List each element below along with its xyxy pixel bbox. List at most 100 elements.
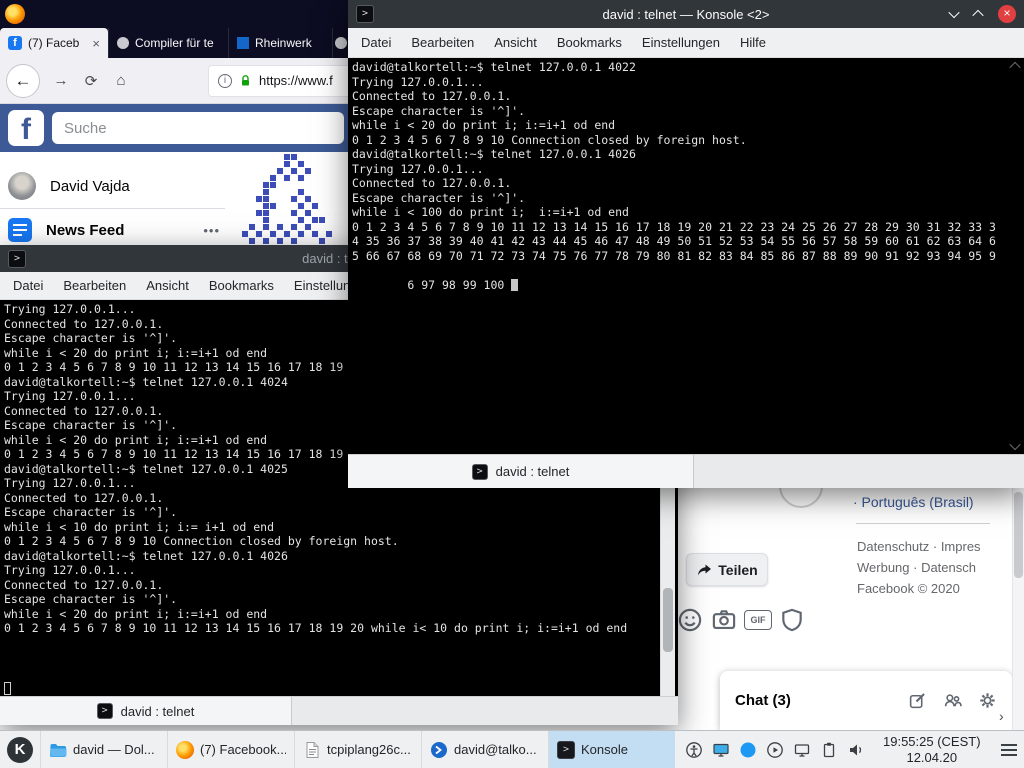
menu-ansicht[interactable]: Ansicht: [494, 35, 537, 50]
language-link[interactable]: · Português (Brasil): [853, 494, 974, 510]
panel-menu-icon[interactable]: [994, 731, 1024, 768]
menu-datei[interactable]: Datei: [361, 35, 391, 50]
task-text-editor[interactable]: tcpiplang26c...: [294, 731, 421, 768]
task-firefox[interactable]: (7) Facebook...: [167, 731, 294, 768]
tab-facebook[interactable]: f (7) Faceb ×: [0, 28, 108, 58]
footer-link[interactable]: Datenschutz · Impres: [857, 536, 1011, 557]
chat-bar[interactable]: Chat (3): [720, 671, 1012, 730]
terminal-line: 0 1 2 3 4 5 6 7 8 9 10 11 12 13 14 15 16…: [352, 220, 1024, 235]
tab-rheinwerk[interactable]: Rheinwerk: [228, 28, 332, 58]
maximize-icon[interactable]: [972, 10, 983, 21]
people-icon[interactable]: [943, 691, 962, 710]
task-remote-session[interactable]: david@talko...: [421, 731, 548, 768]
forward-button[interactable]: →: [52, 72, 70, 89]
clock-time: 19:55:25 (CEST): [883, 734, 981, 750]
tab-compiler[interactable]: Compiler für te: [108, 28, 228, 58]
remote-terminal-icon: [430, 741, 448, 759]
terminal-line: Connected to 127.0.0.1.: [352, 89, 1024, 104]
compose-icon[interactable]: [908, 691, 927, 710]
site-info-icon[interactable]: i: [218, 74, 232, 88]
profile-name[interactable]: David Vajda: [50, 178, 130, 195]
terminal-line: while i < 20 do print i; i:=i+1 od end: [352, 118, 1024, 133]
konsole-window-front: > david : telnet — Konsole <2> × Datei B…: [348, 0, 1024, 488]
composer-actions: GIF: [676, 606, 806, 634]
terminal-line: Escape character is '^]'.: [4, 505, 678, 520]
konsole-back-tabbar: > david : telnet: [0, 696, 678, 725]
task-label: david — Dol...: [73, 742, 155, 757]
scroll-up-icon[interactable]: [1009, 62, 1020, 73]
avatar[interactable]: [8, 172, 36, 200]
reload-button[interactable]: ⟳: [82, 72, 100, 90]
scroll-right-arrow-icon[interactable]: ›: [999, 708, 1004, 724]
gear-icon[interactable]: [978, 691, 997, 710]
scrollbar-thumb[interactable]: [1014, 492, 1023, 578]
terminal-tab[interactable]: > david : telnet: [348, 455, 694, 488]
task-konsole[interactable]: > Konsole: [548, 731, 675, 768]
menu-einstellungen[interactable]: Einstellungen: [642, 35, 720, 50]
home-button[interactable]: ⌂: [112, 72, 130, 89]
terminal-cursor: [4, 682, 11, 695]
terminal-scrollbar[interactable]: [1008, 58, 1022, 454]
post-image[interactable]: [228, 154, 348, 246]
screen-layout-icon[interactable]: [793, 741, 811, 759]
konsole-front-menubar: Datei Bearbeiten Ansicht Bookmarks Einst…: [348, 28, 1024, 58]
firefox-icon: [5, 4, 25, 24]
more-options-icon[interactable]: •••: [203, 223, 220, 238]
close-icon[interactable]: ×: [998, 5, 1016, 23]
task-dolphin[interactable]: david — Dol...: [40, 731, 167, 768]
url-text[interactable]: https://www.f: [259, 73, 333, 88]
gif-icon[interactable]: GIF: [744, 606, 772, 634]
menu-datei[interactable]: Datei: [13, 278, 43, 293]
terminal-line: Trying 127.0.0.1...: [352, 75, 1024, 90]
menu-bearbeiten[interactable]: Bearbeiten: [411, 35, 474, 50]
display-settings-icon[interactable]: [712, 741, 730, 759]
media-player-icon[interactable]: [766, 741, 784, 759]
volume-icon[interactable]: [847, 741, 865, 759]
tab-label: david : telnet: [121, 704, 195, 719]
facebook-search-input[interactable]: [52, 112, 344, 144]
accessibility-icon[interactable]: [685, 741, 703, 759]
application-launcher[interactable]: K: [0, 731, 40, 768]
kdeconnect-icon[interactable]: [739, 741, 757, 759]
window-title: david : telnet — Konsole <2>: [348, 7, 1024, 22]
news-feed-icon: [8, 218, 32, 242]
share-button[interactable]: Teilen: [686, 553, 768, 586]
scroll-down-icon[interactable]: [1009, 439, 1020, 450]
profile-row[interactable]: David Vajda: [8, 172, 130, 200]
terminal-line: 0 1 2 3 4 5 6 7 8 9 10 Connection closed…: [352, 133, 1024, 148]
menu-bookmarks[interactable]: Bookmarks: [209, 278, 274, 293]
task-label: tcpiplang26c...: [327, 742, 411, 757]
back-arrow-icon: ←: [15, 71, 32, 91]
menu-bookmarks[interactable]: Bookmarks: [557, 35, 622, 50]
chat-label: Chat (3): [735, 692, 791, 709]
sticker-icon[interactable]: [778, 606, 806, 634]
menu-bearbeiten[interactable]: Bearbeiten: [63, 278, 126, 293]
minimize-icon[interactable]: [948, 7, 959, 18]
rheinwerk-favicon-icon: [237, 37, 249, 49]
konsole-front-titlebar[interactable]: > david : telnet — Konsole <2> ×: [348, 0, 1024, 28]
task-label: david@talko...: [454, 742, 537, 757]
share-label: Teilen: [718, 562, 757, 578]
terminal-line: Trying 127.0.0.1...: [352, 162, 1024, 177]
terminal-line: Trying 127.0.0.1...: [4, 563, 678, 578]
terminal-line: david@talkortell:~$ telnet 127.0.0.1 402…: [4, 549, 678, 564]
menu-ansicht[interactable]: Ansicht: [146, 278, 189, 293]
tab-close-icon[interactable]: ×: [92, 36, 100, 51]
emoji-smiley-icon[interactable]: [676, 606, 704, 634]
terminal-line: david@talkortell:~$ telnet 127.0.0.1 402…: [352, 147, 1024, 162]
clock[interactable]: 19:55:25 (CEST) 12.04.20: [875, 731, 989, 768]
scrollbar-thumb[interactable]: [663, 588, 673, 652]
clipboard-icon[interactable]: [820, 741, 838, 759]
konsole-icon: >: [8, 250, 26, 268]
footer-link[interactable]: Werbung · Datensch: [857, 557, 1011, 578]
menu-hilfe[interactable]: Hilfe: [740, 35, 766, 50]
facebook-logo-icon[interactable]: f: [8, 110, 44, 146]
tab-partial[interactable]: [332, 28, 348, 58]
terminal-line: 0 1 2 3 4 5 6 7 8 9 10 Connection closed…: [4, 534, 678, 549]
terminal-line: david@talkortell:~$ telnet 127.0.0.1 402…: [352, 60, 1024, 75]
back-button[interactable]: ←: [6, 64, 40, 98]
sidebar-item-news-feed[interactable]: News Feed •••: [8, 218, 220, 242]
camera-icon[interactable]: [710, 606, 738, 634]
terminal-front[interactable]: david@talkortell:~$ telnet 127.0.0.1 402…: [348, 58, 1024, 454]
terminal-tab[interactable]: > david : telnet: [0, 697, 292, 725]
